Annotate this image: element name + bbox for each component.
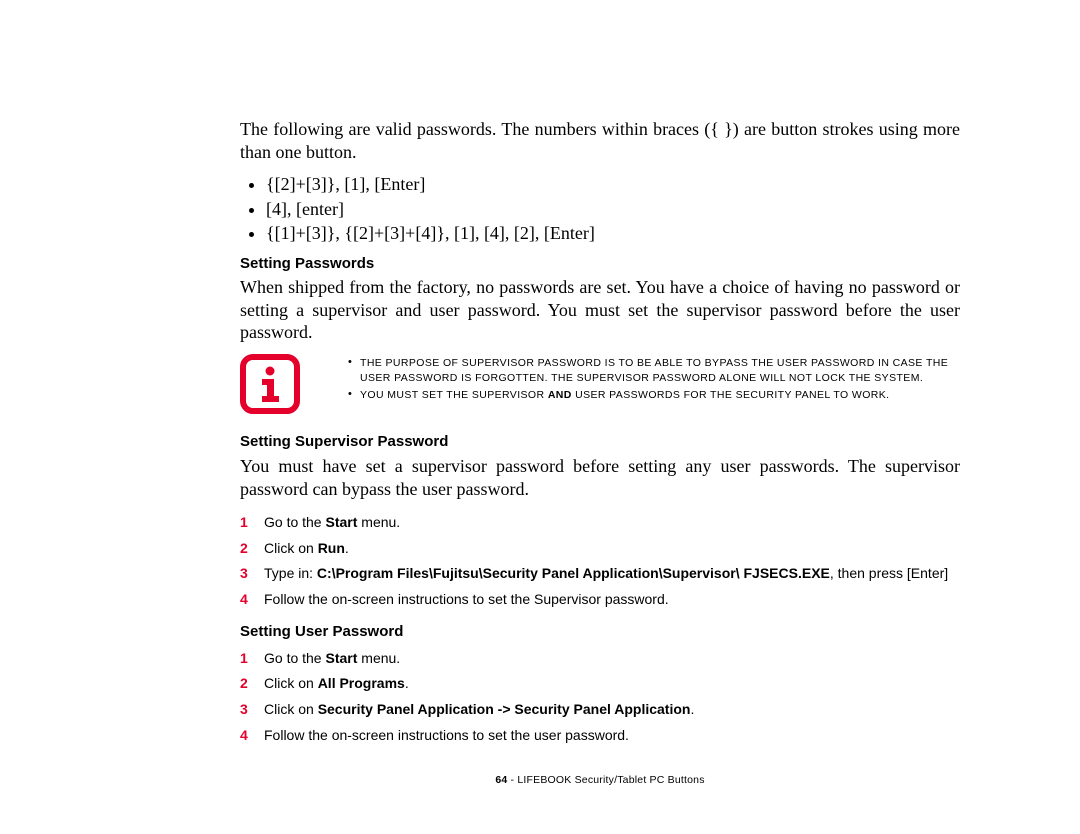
info-note: You must set the supervisor and user pas… [348,388,960,403]
step-item: 4 Follow the on-screen instructions to s… [240,725,960,747]
supervisor-steps: 1 Go to the Start menu. 2 Click on Run. … [240,512,960,611]
step-number: 3 [240,563,264,585]
step-number: 1 [240,512,264,534]
info-note: The purpose of supervisor password is to… [348,356,960,386]
step-item: 1 Go to the Start menu. [240,648,960,670]
list-item: {[1]+[3]}, {[2]+[3]+[4]}, [1], [4], [2],… [266,222,960,245]
step-item: 1 Go to the Start menu. [240,512,960,534]
list-item: {[2]+[3]}, [1], [Enter] [266,173,960,196]
step-item: 3 Type in: C:\Program Files\Fujitsu\Secu… [240,563,960,585]
step-text: Click on Run. [264,538,349,560]
step-text: Follow the on-screen instructions to set… [264,589,669,611]
setting-passwords-paragraph: When shipped from the factory, no passwo… [240,276,960,344]
step-number: 3 [240,699,264,721]
page-footer: 64 - LIFEBOOK Security/Tablet PC Buttons [240,774,960,787]
page-number: 64 [495,774,507,786]
intro-paragraph: The following are valid passwords. The n… [240,118,960,163]
step-number: 4 [240,589,264,611]
supervisor-intro-paragraph: You must have set a supervisor password … [240,455,960,500]
step-text: Follow the on-screen instructions to set… [264,725,629,747]
info-notes: The purpose of supervisor password is to… [334,356,960,406]
user-steps: 1 Go to the Start menu. 2 Click on All P… [240,648,960,747]
step-text: Click on All Programs. [264,673,409,695]
step-text: Type in: C:\Program Files\Fujitsu\Securi… [264,563,948,585]
heading-setting-user: Setting User Password [240,623,960,642]
step-item: 3 Click on Security Panel Application ->… [240,699,960,721]
info-icon [240,354,300,420]
step-text: Go to the Start menu. [264,512,400,534]
footer-title: LIFEBOOK Security/Tablet PC Buttons [517,774,704,786]
heading-setting-passwords: Setting Passwords [240,255,960,274]
step-number: 4 [240,725,264,747]
step-text: Click on Security Panel Application -> S… [264,699,694,721]
step-item: 2 Click on Run. [240,538,960,560]
document-page: The following are valid passwords. The n… [0,0,1080,827]
step-item: 4 Follow the on-screen instructions to s… [240,589,960,611]
step-number: 1 [240,648,264,670]
step-item: 2 Click on All Programs. [240,673,960,695]
heading-setting-supervisor: Setting Supervisor Password [240,433,960,452]
list-item: [4], [enter] [266,198,960,221]
step-text: Go to the Start menu. [264,648,400,670]
password-examples-list: {[2]+[3]}, [1], [Enter] [4], [enter] {[1… [240,173,960,245]
info-box: The purpose of supervisor password is to… [240,356,960,420]
step-number: 2 [240,673,264,695]
step-number: 2 [240,538,264,560]
